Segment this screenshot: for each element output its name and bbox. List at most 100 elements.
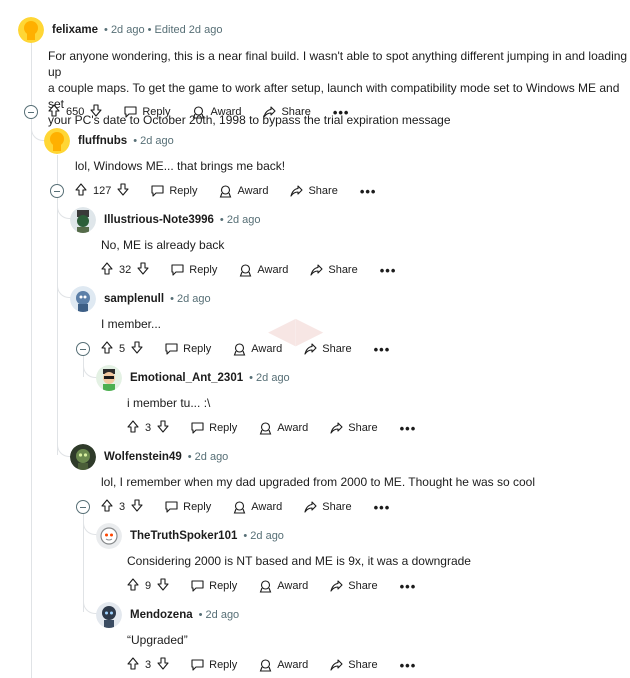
comment-line: For anyone wondering, this is a near fin… (48, 49, 628, 79)
share-button[interactable]: Share (290, 185, 338, 197)
upvote-icon[interactable] (127, 420, 139, 436)
comment-timestamp: • 2d ago (198, 609, 240, 621)
reply-button[interactable]: Reply (191, 422, 237, 434)
share-button[interactable]: Share (263, 106, 311, 118)
downvote-icon[interactable] (131, 341, 143, 357)
downvote-icon[interactable] (131, 499, 143, 515)
vote-group: 3 (127, 420, 169, 436)
avatar[interactable] (18, 17, 44, 43)
award-icon (233, 500, 251, 514)
comment-actions: 32 Reply Award Share ••• (101, 260, 396, 280)
comment-body: i member tu... :\ (127, 395, 210, 411)
reply-icon (165, 501, 183, 513)
avatar[interactable] (44, 128, 70, 154)
downvote-icon[interactable] (137, 262, 149, 278)
more-options-button[interactable]: ••• (374, 500, 391, 515)
comment-header: felixame • 2d ago • Edited 2d ago (18, 16, 222, 44)
reply-button[interactable]: Reply (171, 264, 217, 276)
upvote-icon[interactable] (101, 499, 113, 515)
downvote-icon[interactable] (157, 578, 169, 594)
comment-author[interactable]: fluffnubs (78, 135, 127, 147)
comment-author[interactable]: samplenull (104, 293, 164, 305)
comment-line: Considering 2000 is NT based and ME is 9… (127, 554, 471, 568)
share-button[interactable]: Share (330, 659, 378, 671)
avatar[interactable] (96, 523, 122, 549)
share-button[interactable]: Share (304, 501, 352, 513)
more-options-button[interactable]: ••• (400, 421, 417, 436)
reply-label: Reply (183, 501, 212, 513)
reply-button[interactable]: Reply (191, 659, 237, 671)
upvote-icon[interactable] (101, 341, 113, 357)
award-button[interactable]: Award (192, 105, 241, 119)
reply-label: Reply (209, 422, 238, 434)
comment-actions: 3 Reply Award Share ••• (101, 497, 390, 517)
award-button[interactable]: Award (259, 421, 308, 435)
upvote-icon[interactable] (127, 578, 139, 594)
share-button[interactable]: Share (330, 580, 378, 592)
collapse-button[interactable] (24, 105, 38, 119)
more-options-button[interactable]: ••• (360, 184, 377, 199)
reply-button[interactable]: Reply (165, 501, 211, 513)
reply-icon (124, 106, 142, 118)
collapse-button[interactable] (76, 342, 90, 356)
downvote-icon[interactable] (90, 104, 102, 120)
comment-actions: 3 Reply Award Share ••• (127, 655, 416, 675)
award-icon (233, 342, 251, 356)
more-options-button[interactable]: ••• (400, 658, 417, 673)
comment-author[interactable]: Emotional_Ant_2301 (130, 372, 243, 384)
comment-timestamp: • 2d ago (170, 293, 211, 305)
upvote-icon[interactable] (127, 657, 139, 673)
award-button[interactable]: Award (259, 579, 308, 593)
share-button[interactable]: Share (330, 422, 378, 434)
more-options-button[interactable]: ••• (374, 342, 391, 357)
award-button[interactable]: Award (259, 658, 308, 672)
award-icon (219, 184, 237, 198)
collapse-button[interactable] (76, 500, 90, 514)
award-button[interactable]: Award (233, 342, 282, 356)
vote-group: 3 (127, 657, 169, 673)
reply-label: Reply (169, 185, 198, 197)
upvote-icon[interactable] (75, 183, 87, 199)
award-button[interactable]: Award (239, 263, 289, 277)
comment-header: fluffnubs • 2d ago (44, 127, 174, 155)
downvote-icon[interactable] (157, 420, 169, 436)
award-button[interactable]: Award (219, 184, 268, 198)
comment-line: “Upgraded” (127, 633, 188, 647)
award-button[interactable]: Award (233, 500, 282, 514)
award-icon (192, 105, 210, 119)
avatar[interactable] (96, 365, 122, 391)
comment-author[interactable]: Mendozena (130, 609, 193, 621)
award-label: Award (257, 264, 289, 276)
reply-button[interactable]: Reply (124, 106, 170, 118)
comment-body: lol, I remember when my dad upgraded fro… (101, 474, 535, 490)
share-button[interactable]: Share (304, 343, 352, 355)
reply-icon (151, 185, 169, 197)
collapse-button[interactable] (50, 184, 64, 198)
avatar[interactable] (96, 602, 122, 628)
downvote-icon[interactable] (117, 183, 129, 199)
avatar[interactable] (70, 444, 96, 470)
more-options-button[interactable]: ••• (400, 579, 417, 594)
reply-label: Reply (183, 343, 212, 355)
upvote-icon[interactable] (101, 262, 113, 278)
share-label: Share (322, 343, 352, 355)
comment-author[interactable]: TheTruthSpoker101 (130, 530, 237, 542)
comment-header: TheTruthSpoker101 • 2d ago (96, 522, 284, 550)
comment-author[interactable]: Wolfenstein49 (104, 451, 182, 463)
comment-author[interactable]: felixame (52, 24, 98, 36)
more-options-button[interactable]: ••• (380, 263, 397, 278)
avatar[interactable] (70, 207, 96, 233)
reply-button[interactable]: Reply (165, 343, 211, 355)
share-label: Share (348, 580, 378, 592)
comment-body: I member... (101, 316, 161, 332)
upvote-icon[interactable] (48, 104, 60, 120)
reply-button[interactable]: Reply (151, 185, 197, 197)
share-button[interactable]: Share (310, 264, 358, 276)
comment-line: lol, I remember when my dad upgraded fro… (101, 475, 536, 489)
downvote-icon[interactable] (157, 657, 169, 673)
reply-button[interactable]: Reply (191, 580, 237, 592)
comment-author[interactable]: Illustrious-Note3996 (104, 214, 214, 226)
avatar[interactable] (70, 286, 96, 312)
more-options-button[interactable]: ••• (333, 105, 350, 120)
comment-timestamp: • 2d ago (249, 372, 290, 384)
